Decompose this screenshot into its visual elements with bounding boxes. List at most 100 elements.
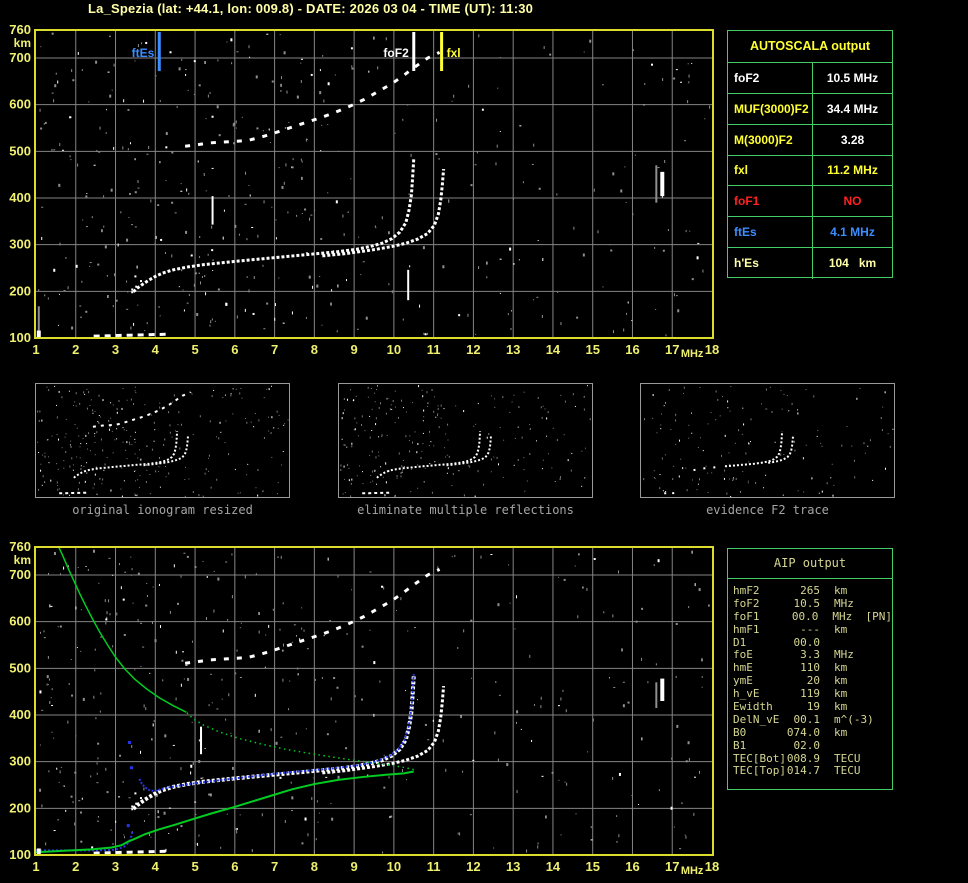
x-tick-label: 5 xyxy=(191,342,198,357)
thumbnail-plot xyxy=(35,383,290,498)
x-tick-label: 17 xyxy=(665,342,679,357)
x-tick-label: 18 xyxy=(705,342,719,357)
foF2-marker-label: foF2 xyxy=(383,46,409,60)
x-tick-label: 10 xyxy=(387,342,401,357)
parameter-unit: km xyxy=(834,622,848,636)
y-axis-unit: km xyxy=(14,36,31,50)
x-tick-label: 18 xyxy=(705,859,719,874)
parameter-label: hmF2 xyxy=(733,584,760,597)
y-tick-label: 400 xyxy=(9,707,31,722)
parameter-label: hmF1 xyxy=(733,622,760,636)
aip-table-title: AIP output xyxy=(728,549,892,579)
y-tick-label: 760 xyxy=(9,22,31,37)
parameter-value: 00.1 xyxy=(793,712,821,726)
autoscala-row: M(3000)F2 3.28 xyxy=(728,124,892,156)
x-tick-label: 11 xyxy=(427,342,441,357)
aip-row: DelN_vE 00.1 m^(-3) xyxy=(733,712,892,727)
x-tick-label: 5 xyxy=(191,859,198,874)
parameter-unit: TECU xyxy=(834,764,861,778)
thumbnail-f2-trace xyxy=(640,383,895,498)
thumbnail-caption: evidence F2 trace xyxy=(706,503,829,517)
parameter-value: NO xyxy=(843,194,862,209)
ionogram-plot: ftEs foF2 fxl1 2 3 4 5 6 7 8 9 10 11 12 13 14 15 16 17 18MH… xyxy=(9,22,719,360)
parameter-value: 19 xyxy=(806,700,820,714)
x-tick-label: 13 xyxy=(506,859,520,874)
aip-row: TEC[Top] 014.7 TECU xyxy=(733,765,892,778)
parameter-value: 4.1 MHz xyxy=(830,225,875,240)
y-tick-label: 200 xyxy=(9,800,31,815)
parameter-unit: m^(-3) xyxy=(834,712,874,726)
y-tick-label: 300 xyxy=(9,237,31,252)
y-tick-label: 700 xyxy=(9,50,31,65)
autoscala-table: AUTOSCALA output foF2 10.5 MHz MUF(3000)F2 3… xyxy=(727,30,893,279)
parameter-unit: km xyxy=(834,725,848,739)
parameter-value: 00.0 xyxy=(791,609,819,623)
bottom-profile-chart: 1 2 3 4 5 6 7 8 9 10 11 12 13 14 15 16 17 18 MHz 760 700 600 5… xyxy=(0,538,725,883)
parameter-label: foF2 xyxy=(733,596,760,610)
x-tick-label: 16 xyxy=(625,342,639,357)
aip-row: hmF2 265 km xyxy=(733,584,892,598)
y-tick-label: 600 xyxy=(9,97,31,112)
x-tick-label: 9 xyxy=(351,859,358,874)
parameter-label: foF2 xyxy=(728,63,813,93)
x-tick-label: 13 xyxy=(506,342,520,357)
x-tick-label: 7 xyxy=(271,859,278,874)
parameter-label: ftEs xyxy=(728,217,813,248)
y-tick-label: 100 xyxy=(9,330,31,345)
x-tick-label: 15 xyxy=(585,342,599,357)
parameter-value: 02.0 xyxy=(793,738,821,752)
parameter-label: foF1 xyxy=(733,609,760,623)
x-tick-label: 12 xyxy=(466,859,480,874)
parameter-label: B0 xyxy=(733,725,747,739)
x-tick-label: 14 xyxy=(546,342,561,357)
parameter-label: Ewidth xyxy=(733,700,773,714)
x-tick-label: 2 xyxy=(72,342,79,357)
x-tick-label: 16 xyxy=(625,859,639,874)
autoscala-row: foF1 NO xyxy=(728,186,892,218)
x-axis-unit: MHz xyxy=(681,348,704,360)
y-tick-label: 500 xyxy=(9,660,31,675)
autoscala-row: fxl 11.2 MHz xyxy=(728,155,892,187)
parameter-value: 10.5 xyxy=(793,596,821,610)
x-tick-label: 3 xyxy=(112,342,119,357)
parameter-label: foF1 xyxy=(728,186,813,217)
x-tick-label: 2 xyxy=(72,859,79,874)
aip-row: B1 02.0 xyxy=(733,738,892,753)
y-tick-label: 100 xyxy=(9,847,31,862)
thumbnail-original-ionogram xyxy=(35,383,290,498)
parameter-value: 10.5 MHz xyxy=(826,70,879,85)
aip-row: B0 074.0 km xyxy=(733,725,892,740)
autoscala-row: foF2 10.5 MHz xyxy=(728,63,892,94)
y-axis-unit: km xyxy=(14,553,31,567)
aip-row: Ewidth 19 km xyxy=(733,700,892,714)
x-tick-label: 17 xyxy=(665,859,679,874)
aip-row: hmF1 --- km xyxy=(733,622,892,637)
parameter-value: --- xyxy=(800,622,820,636)
parameter-unit: km xyxy=(834,584,848,597)
y-tick-label: 600 xyxy=(9,614,31,629)
parameter-label: B1 xyxy=(733,738,747,752)
parameter-value: 265 xyxy=(800,584,820,597)
x-tick-label: 4 xyxy=(152,342,160,357)
parameter-label: fxl xyxy=(728,155,813,186)
parameter-value: 11.2 MHz xyxy=(827,163,878,178)
y-tick-label: 400 xyxy=(9,190,31,205)
autoscala-row: h'Es 104 km xyxy=(728,248,892,279)
parameter-label: TEC[Top] xyxy=(733,764,786,778)
aip-row: foF2 10.5 MHz xyxy=(733,596,892,611)
parameter-label: MUF(3000)F2 xyxy=(728,93,813,124)
x-tick-label: 7 xyxy=(271,342,278,357)
parameter-label: DelN_vE xyxy=(733,712,780,726)
y-tick-label: 500 xyxy=(9,143,31,158)
x-tick-label: 10 xyxy=(387,859,401,874)
parameter-unit: MHz xyxy=(834,596,854,610)
profile-plot: 1 2 3 4 5 6 7 8 9 10 11 12 13 14 15 16 17 18MHz7607006005… xyxy=(9,539,719,877)
autoscala-app-window: La_Spezia (lat: +44.1, lon: 009.8) - DAT… xyxy=(0,0,968,883)
aip-row: foF1 00.0 MHz [PN] xyxy=(733,609,892,624)
y-tick-label: 300 xyxy=(9,754,31,769)
y-tick-label: 700 xyxy=(9,567,31,582)
parameter-value: 3.28 xyxy=(840,132,865,147)
parameter-label: h'Es xyxy=(728,248,813,279)
thumbnail-plot xyxy=(338,383,593,498)
parameter-value: 34.4 MHz xyxy=(826,101,879,116)
